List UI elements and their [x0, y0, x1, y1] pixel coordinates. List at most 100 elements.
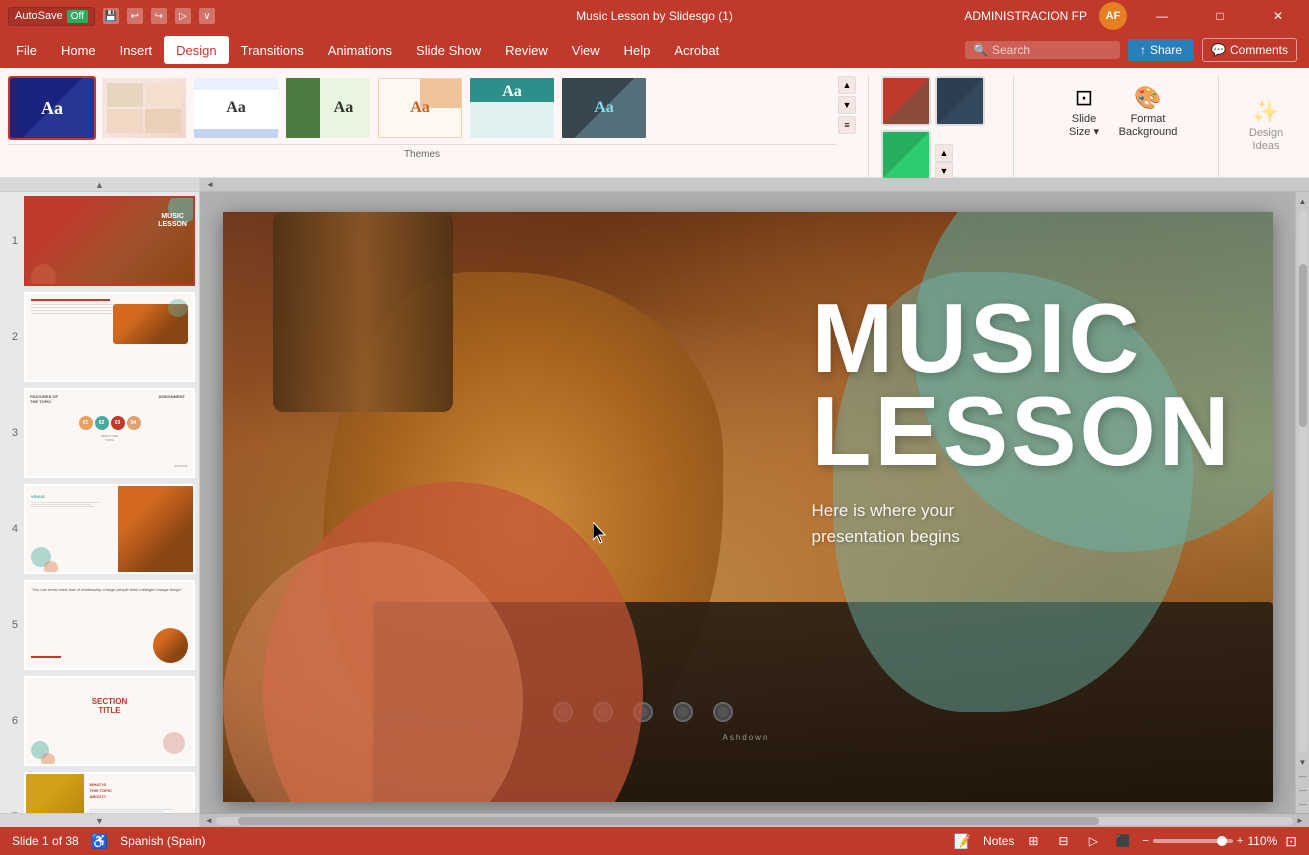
menu-help[interactable]: Help — [612, 36, 663, 64]
slide-row-6: 6 SECTIONTITLE — [4, 676, 195, 766]
slide-num-6: 6 — [4, 715, 18, 727]
zoom-out-icon[interactable]: − — [1142, 835, 1148, 847]
menu-home[interactable]: Home — [49, 36, 108, 64]
themes-more[interactable]: ≡ — [838, 116, 856, 134]
design-ideas-icon: ✨ — [1252, 99, 1279, 125]
theme-dark[interactable]: Aa — [560, 76, 648, 140]
minimize-button[interactable]: — — [1139, 0, 1185, 32]
autosave-button[interactable]: AutoSave Off — [8, 7, 95, 26]
slide-row-1: 1 MUSICLESSON — [4, 196, 195, 286]
reading-view-button[interactable]: ▷ — [1082, 830, 1104, 852]
variant-1[interactable] — [881, 76, 931, 126]
search-input[interactable] — [992, 43, 1112, 57]
document-title: Music Lesson by Slidesgo (1) — [576, 9, 733, 23]
slideshow-view-button[interactable]: ⬛ — [1112, 830, 1134, 852]
vertical-scrollbar: ▲ ▼ — — — — [1295, 192, 1309, 813]
theme-light-pink[interactable] — [100, 76, 188, 140]
main-area: ▲ 1 MUSICLESSON 2 — [0, 178, 1309, 827]
slide-sorter-button[interactable]: ⊟ — [1052, 830, 1074, 852]
design-ideas-button[interactable]: ✨ DesignIdeas — [1236, 90, 1296, 162]
redo-icon[interactable]: ↪ — [151, 8, 167, 24]
zoom-in-icon[interactable]: + — [1237, 835, 1243, 847]
themes-scroll-up[interactable]: ▲ — [838, 76, 856, 94]
hscroll-left-arrow[interactable]: ◄ — [202, 814, 216, 828]
language[interactable]: Spanish (Spain) — [120, 834, 205, 848]
format-background-button[interactable]: 🎨 Format Background — [1118, 76, 1178, 148]
canvas-scroll-area[interactable]: Ashdown — [200, 192, 1295, 813]
hscroll-right-arrow[interactable]: ► — [1293, 814, 1307, 828]
vscroll-resize-mid[interactable]: — — [1299, 783, 1307, 797]
menu-acrobat[interactable]: Acrobat — [662, 36, 731, 64]
variants-scroll-up[interactable]: ▲ — [935, 144, 953, 162]
vscroll-down-arrow[interactable]: ▼ — [1296, 755, 1309, 769]
maximize-button[interactable]: □ — [1197, 0, 1243, 32]
slide-size-icon: ⊡ — [1075, 85, 1093, 111]
thumb1-text: MUSICLESSON — [158, 213, 187, 230]
hscroll-track — [216, 817, 1293, 825]
share-button[interactable]: ↑ Share — [1128, 39, 1194, 61]
menu-file[interactable]: File — [4, 36, 49, 64]
slide-num-5: 5 — [4, 619, 18, 631]
slide-row-2: 2 — [4, 292, 195, 382]
slide-thumb-6[interactable]: SECTIONTITLE — [24, 676, 195, 766]
slide-text-area: MUSIC LESSON Here is where yourpresentat… — [812, 292, 1233, 549]
theme-green[interactable]: Aa — [284, 76, 372, 140]
slide-size-button[interactable]: ⊡ Slide Size ▾ — [1054, 76, 1114, 148]
autosave-label: AutoSave — [15, 10, 63, 22]
slide-thumb-2[interactable] — [24, 292, 195, 382]
slide-num-2: 2 — [4, 331, 18, 343]
hscroll-thumb[interactable] — [238, 817, 1100, 825]
menu-view[interactable]: View — [560, 36, 612, 64]
theme-white-blue[interactable]: Aa — [192, 76, 280, 140]
slide-thumb-5[interactable]: "You can never think that of relationshi… — [24, 580, 195, 670]
normal-view-button[interactable]: ⊞ — [1022, 830, 1044, 852]
slide-num-3: 3 — [4, 427, 18, 439]
slide-thumb-1[interactable]: MUSICLESSON — [24, 196, 195, 286]
fit-slide-icon[interactable]: ⊡ — [1285, 833, 1297, 850]
vscroll-thumb[interactable] — [1299, 264, 1307, 427]
panel-scroll-down-arrow[interactable]: ▼ — [95, 816, 104, 826]
themes-gallery: Aa — [8, 72, 836, 144]
theme-dark-blue[interactable]: Aa — [8, 76, 96, 140]
more-tools-icon[interactable]: ∨ — [199, 8, 215, 24]
save-icon[interactable]: 💾 — [103, 8, 119, 24]
slide-thumb-4[interactable]: VENUS — [24, 484, 195, 574]
slide-thumb-7[interactable]: WHAT ISTHIS TOPICABOUT? — [24, 772, 195, 813]
menu-review[interactable]: Review — [493, 36, 560, 64]
variant-2[interactable] — [935, 76, 985, 126]
menu-slideshow[interactable]: Slide Show — [404, 36, 493, 64]
zoom-level[interactable]: 110% — [1247, 834, 1277, 848]
vscroll-resize-top[interactable]: — — [1299, 769, 1307, 783]
notes-label[interactable]: Notes — [983, 834, 1014, 848]
comments-button[interactable]: 💬 Comments — [1202, 38, 1297, 62]
search-box[interactable]: 🔍 — [965, 41, 1120, 59]
zoom-thumb[interactable] — [1217, 836, 1227, 846]
slide-title-music: MUSIC — [812, 292, 1233, 385]
themes-label: Themes — [404, 149, 440, 160]
menu-insert[interactable]: Insert — [108, 36, 165, 64]
variant-3[interactable] — [881, 130, 931, 180]
zoom-control: − + 110% — [1142, 834, 1277, 848]
undo-icon[interactable]: ↩ — [127, 8, 143, 24]
slide-row-5: 5 "You can never think that of relations… — [4, 580, 195, 670]
close-button[interactable]: ✕ — [1255, 0, 1301, 32]
menu-animations[interactable]: Animations — [316, 36, 404, 64]
accessibility-icon[interactable]: ♿ — [91, 833, 108, 850]
zoom-slider[interactable] — [1153, 839, 1233, 843]
menu-design[interactable]: Design — [164, 36, 228, 64]
vscroll-up-arrow[interactable]: ▲ — [1296, 194, 1309, 208]
vscroll-resize-bot[interactable]: — — [1299, 797, 1307, 811]
main-slide: Ashdown — [223, 212, 1273, 802]
slide-row-7: 7 WHAT ISTHIS TOPICABOUT? — [4, 772, 195, 813]
notes-button[interactable]: 📝 — [950, 831, 975, 852]
theme-teal[interactable]: Aa — [468, 76, 556, 140]
user-avatar[interactable]: AF — [1099, 2, 1127, 30]
slide-row-4: 4 VENUS — [4, 484, 195, 574]
theme-orange[interactable]: Aa — [376, 76, 464, 140]
menu-transitions[interactable]: Transitions — [229, 36, 316, 64]
search-icon: 🔍 — [973, 43, 988, 57]
present-icon[interactable]: ▷ — [175, 8, 191, 24]
canvas-scroll-left-arrow[interactable]: ◄ — [202, 180, 218, 189]
themes-scroll-down[interactable]: ▼ — [838, 96, 856, 114]
slide-thumb-3[interactable]: FEATURES OFTHE TOPIC ASSIGNMENT 01 02 03… — [24, 388, 195, 478]
